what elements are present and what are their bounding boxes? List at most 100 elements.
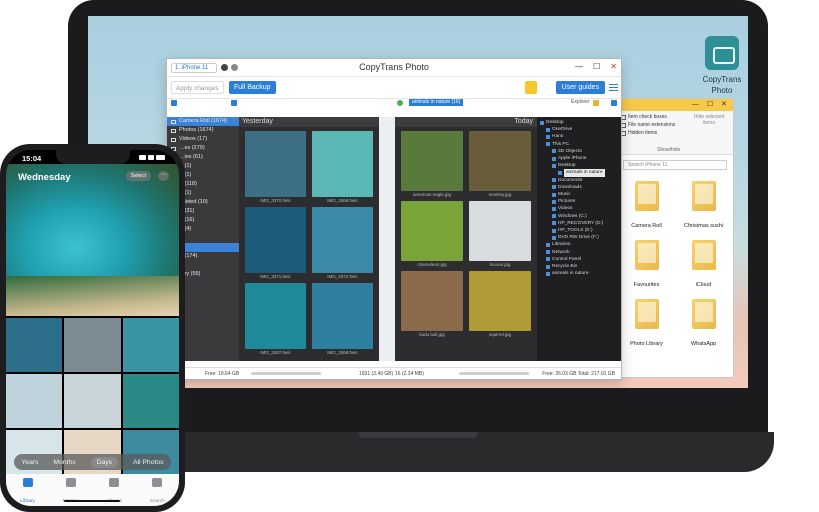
photo-filename: IMG_3372.heic [327,274,358,279]
album-item[interactable]: Photos (1674) [167,126,239,135]
lightbulb-icon[interactable] [525,81,537,94]
photo-thumbnail[interactable]: IMG_3369.heic [312,131,373,203]
tree-node[interactable]: Control Panel [537,256,621,263]
app-panes: Camera Roll (1674) Photos (1674) Videos (1… [167,117,621,361]
folder-item[interactable]: Photo Library [621,299,672,350]
grid-photo[interactable] [64,374,121,428]
segment-days[interactable]: Days [90,456,119,468]
folder-icon [634,299,659,329]
album-item[interactable]: …es (279) [167,144,239,153]
explorer-search-input[interactable]: Search iPhone 11 [623,160,727,170]
tree-node[interactable]: Recycle Bin [537,263,621,270]
tree-node[interactable]: Hans [537,133,621,140]
close-icon[interactable]: ✕ [721,99,727,111]
tree-node[interactable]: Desktop [537,119,621,126]
tree-node[interactable]: DVD RW Drive (F:) [537,234,621,241]
photo-thumbnail[interactable]: IMG_3367.heic [245,283,306,355]
folder-icon [552,207,556,212]
minimize-icon[interactable]: — [692,99,699,111]
tree-node[interactable]: Network [537,249,621,256]
photo-thumbnail[interactable]: monkey.jpg [469,131,531,197]
tree-node[interactable]: Documents [537,177,621,184]
hide-selected-button[interactable]: Hide selected items [689,114,729,126]
add-folder-icon[interactable] [397,100,403,106]
pane-toggle-icon[interactable] [231,100,237,106]
desktop-icon-copytrans-photo[interactable]: CopyTrans Photo [692,36,748,96]
segment-months[interactable]: Months [53,459,75,466]
tree-node[interactable]: Downloads [537,184,621,191]
minimize-icon[interactable]: — [575,62,583,71]
tree-node[interactable]: animals in nature [537,270,621,277]
tree-node[interactable]: Pictures [537,198,621,205]
tree-node[interactable]: 3D Objects [537,148,621,155]
grid-photo[interactable] [6,318,63,372]
hamburger-menu-icon[interactable] [609,84,618,91]
photo-thumbnail[interactable]: american eagle.jpg [401,131,463,197]
tree-node[interactable]: Videos [537,205,621,212]
photo-filename: chameleon.jpg [417,262,447,267]
desktop-icon-label-1: CopyTrans [702,75,742,84]
photo-filename: monkey.jpg [488,192,512,197]
tab-label: Library [20,499,35,504]
photos-day-title: Wednesday [18,172,71,183]
segment-years[interactable]: Years [21,459,38,466]
tree-node[interactable]: Desktop [537,162,621,169]
tree-node[interactable]: This PC [537,141,621,148]
grid-photo[interactable] [64,318,121,372]
new-album-icon[interactable] [171,100,177,106]
expand-icon[interactable] [611,100,617,106]
featured-photo[interactable] [6,164,179,316]
tree-node-label: Network [552,249,570,255]
maximize-icon[interactable]: ☐ [707,99,713,111]
folder-item[interactable]: Camera Roll [621,181,672,232]
select-button[interactable]: Select [125,171,151,181]
tab-library[interactable]: Library [11,478,45,506]
folder-icon[interactable] [593,100,599,106]
full-backup-button[interactable]: Full Backup [229,81,276,94]
grid-photo[interactable] [122,318,179,372]
folder-item[interactable]: iCloud [678,240,729,291]
folder-item[interactable]: Favourites [621,240,672,291]
photo-thumbnail[interactable]: IMG_3371.heic [245,207,306,279]
tree-node[interactable]: Music [537,191,621,198]
segment-all-photos[interactable]: All Photos [133,459,164,466]
album-item[interactable]: Camera Roll (1674) [167,117,239,126]
tree-node[interactable]: OneDrive [537,126,621,133]
photo-thumbnail[interactable]: squirrel.jpg [469,271,531,337]
grid-photo[interactable] [6,374,63,428]
iphone-zoom-slider[interactable] [251,372,321,375]
close-icon[interactable]: ✕ [610,62,617,71]
tree-node-label: Windows (C:) [558,213,587,219]
folder-icon [552,221,556,226]
tree-node-label: 3D Objects [558,148,582,154]
home-indicator [64,500,120,502]
folder-icon [634,181,659,211]
photo-thumbnail[interactable]: IMG_3368.heic [312,283,373,355]
photo-thumbnail[interactable]: kudu bull.jpg [401,271,463,337]
pc-zoom-slider[interactable] [459,372,529,375]
tree-node[interactable]: Apple iPhone [537,155,621,162]
tree-node[interactable]: Libraries [537,241,621,248]
hidden-items-option[interactable]: Hidden items [621,130,729,136]
tree-node[interactable]: HP_RECOVERY (D:) [537,220,621,227]
user-guides-button[interactable]: User guides [555,81,605,94]
ribbon-group-label: Show/hide [657,147,681,153]
photo-thumbnail[interactable]: IMG_3372.heic [312,207,373,279]
album-item[interactable]: Videos (17) [167,135,239,144]
photo-thumbnail[interactable]: chameleon.jpg [401,201,463,267]
wifi-icon [148,155,154,160]
grid-photo[interactable] [122,374,179,428]
tree-node[interactable]: HP_TOOLS (E:) [537,227,621,234]
tab-search[interactable]: Search [140,478,174,506]
photo-thumbnail[interactable]: moose.jpg [469,201,531,267]
maximize-icon[interactable]: ☐ [593,62,600,71]
photo-thumbnail[interactable]: IMG_3370.heic [245,131,306,203]
tree-node[interactable]: animals in nature [537,169,621,177]
more-button[interactable]: ··· [158,171,169,181]
view-segmented-control: Years Months Days All Photos [14,454,171,470]
tree-node[interactable]: Windows (C:) [537,213,621,220]
pc-folder-chip[interactable]: animals in nature (16) [409,99,464,106]
folder-item[interactable]: Christmas sushi [678,181,729,232]
apply-changes-button[interactable]: Apply changes [171,81,224,94]
folder-item[interactable]: WhatsApp [678,299,729,350]
